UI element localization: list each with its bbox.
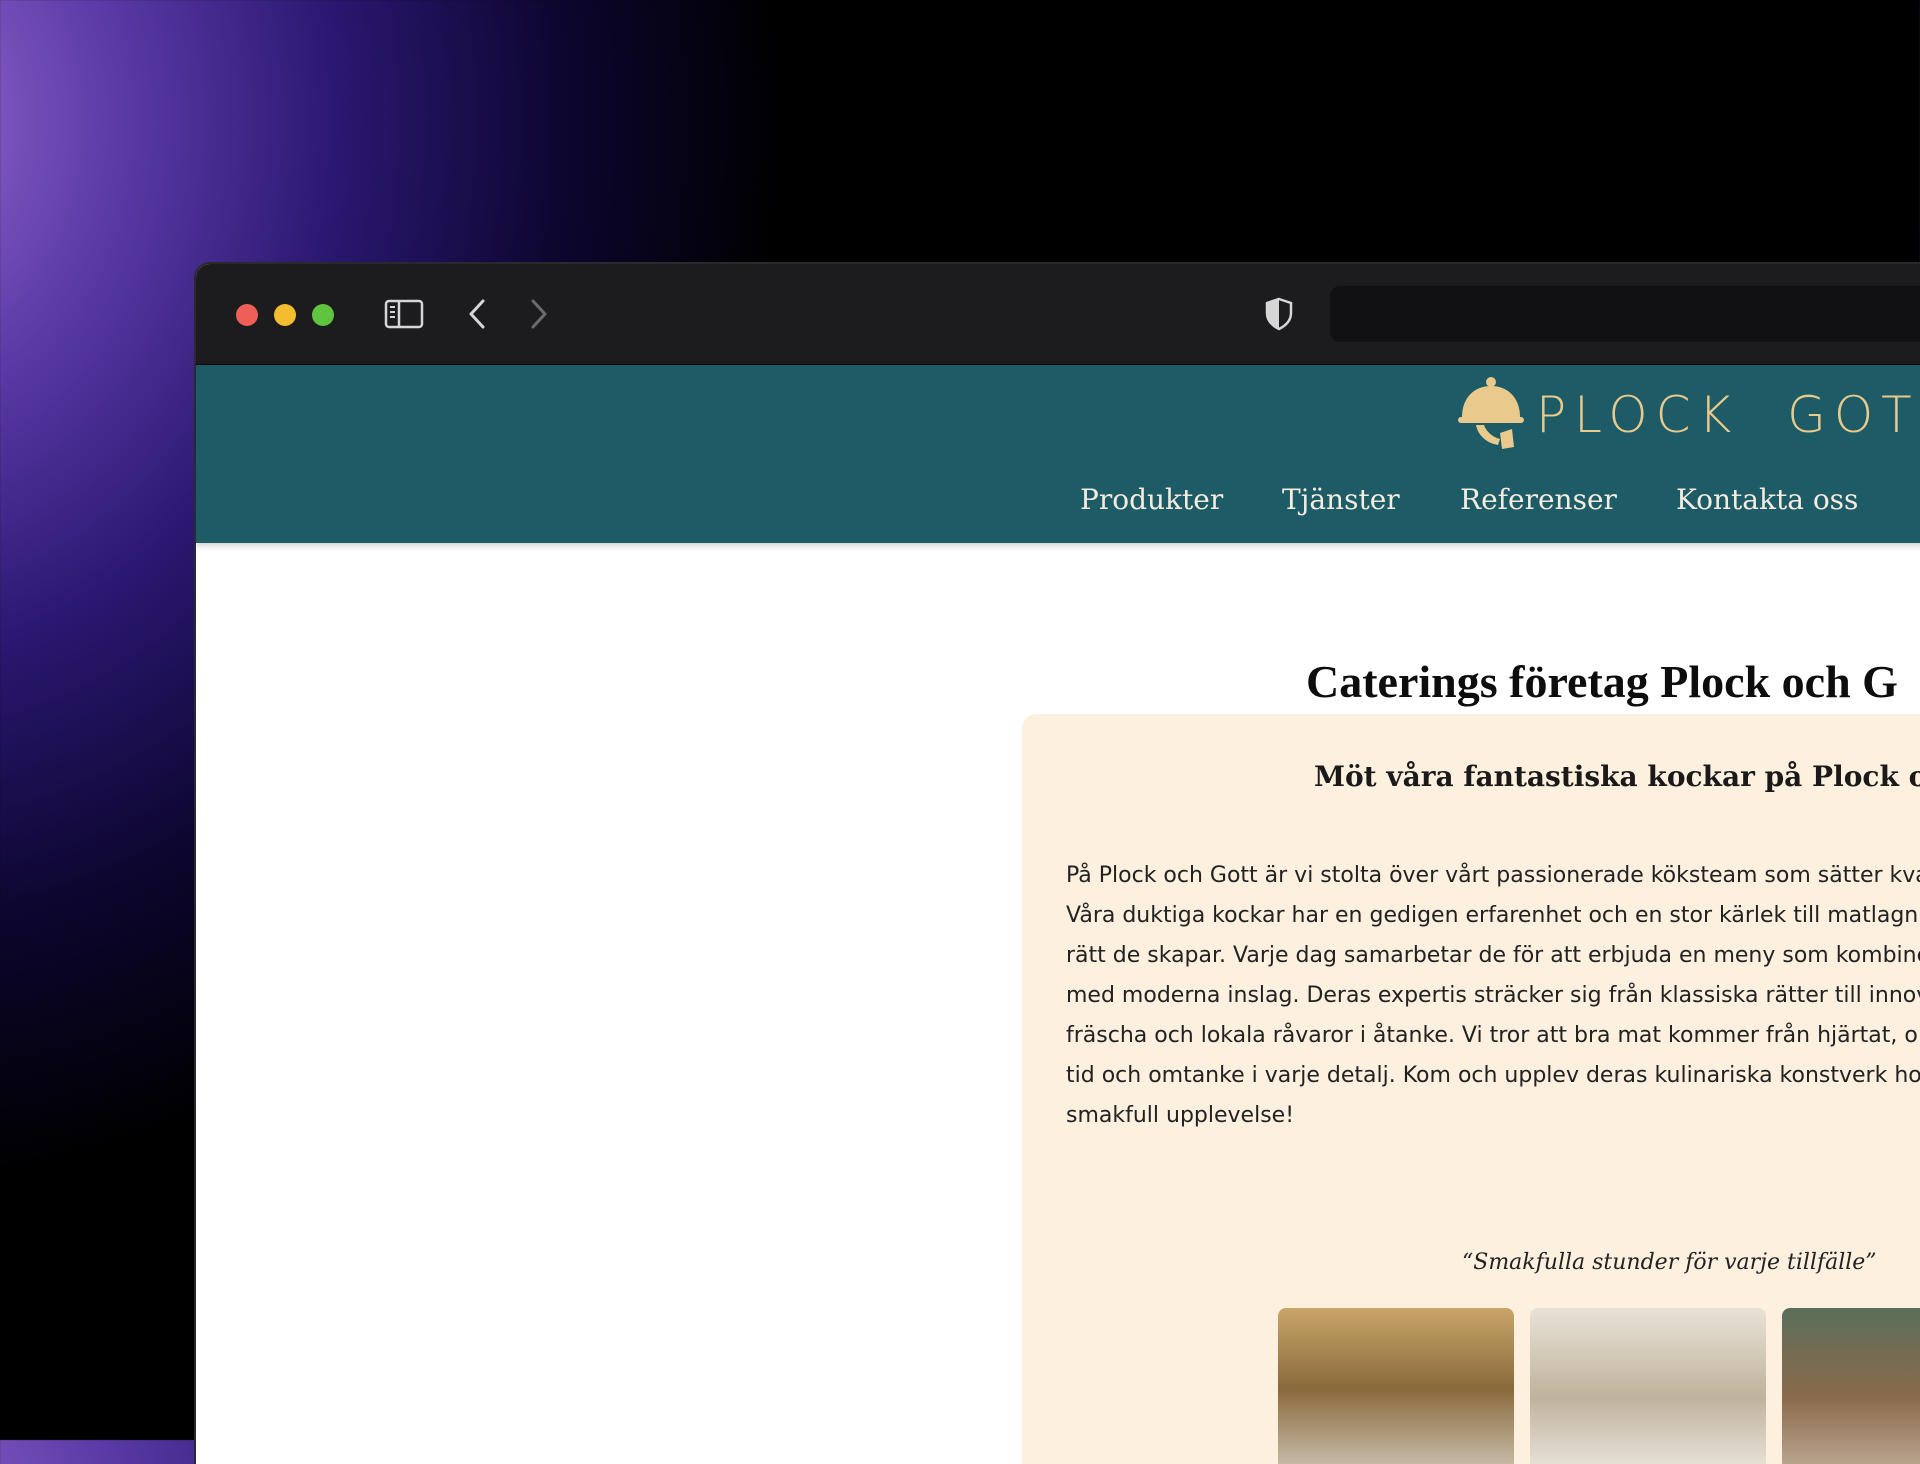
address-bar[interactable] xyxy=(1330,286,1920,342)
nav-item-produkter[interactable]: Produkter xyxy=(1080,483,1223,516)
body-line: På Plock och Gott är vi stolta över vårt… xyxy=(1066,863,1920,888)
body-line: tid och omtanke i varje detalj. Kom och … xyxy=(1066,1063,1920,1088)
tagline-quote: “Smakfulla stunder för varje tillfälle” xyxy=(1462,1250,1877,1275)
browser-toolbar xyxy=(196,264,1920,365)
logo-text: PLOCK GOTT xyxy=(1536,385,1920,444)
chefs-section: Möt våra fantastiska kockar på Plock och… xyxy=(1022,714,1920,1464)
site-header: PLOCK GOTT Produkter Tjänster Referenser… xyxy=(196,365,1920,543)
nav-item-kontakta-oss[interactable]: Kontakta oss xyxy=(1676,483,1858,516)
close-window-button[interactable] xyxy=(236,304,258,326)
back-icon[interactable] xyxy=(460,292,494,336)
nav-item-referenser[interactable]: Referenser xyxy=(1460,483,1617,516)
body-line: smakfull upplevelse! xyxy=(1066,1103,1295,1128)
section-heading: Möt våra fantastiska kockar på Plock och… xyxy=(1314,760,1920,793)
body-line: Våra duktiga kockar har en gedigen erfar… xyxy=(1066,903,1920,928)
nav-item-tjanster[interactable]: Tjänster xyxy=(1282,483,1400,516)
main-nav: Produkter Tjänster Referenser Kontakta o… xyxy=(196,483,1920,533)
section-body: På Plock och Gott är vi stolta över vårt… xyxy=(1066,856,1920,1136)
page-title: Caterings företag Plock och G xyxy=(1306,655,1898,707)
minimize-window-button[interactable] xyxy=(274,304,296,326)
body-line: med moderna inslag. Deras expertis sträc… xyxy=(1066,983,1920,1008)
chef-photo[interactable] xyxy=(1782,1308,1920,1464)
site-logo[interactable]: PLOCK GOTT xyxy=(1456,373,1920,456)
body-line: rätt de skapar. Varje dag samarbetar de … xyxy=(1066,943,1920,968)
chef-photo[interactable] xyxy=(1278,1308,1514,1464)
shield-icon[interactable] xyxy=(1262,292,1296,336)
forward-icon[interactable] xyxy=(522,292,556,336)
sidebar-icon[interactable] xyxy=(382,292,426,336)
body-line: fräscha och lokala råvaror i åtanke. Vi … xyxy=(1066,1023,1918,1048)
chef-photo[interactable] xyxy=(1530,1308,1766,1464)
maximize-window-button[interactable] xyxy=(312,304,334,326)
browser-window: PLOCK GOTT Produkter Tjänster Referenser… xyxy=(196,264,1920,1464)
cloche-icon xyxy=(1456,373,1526,456)
